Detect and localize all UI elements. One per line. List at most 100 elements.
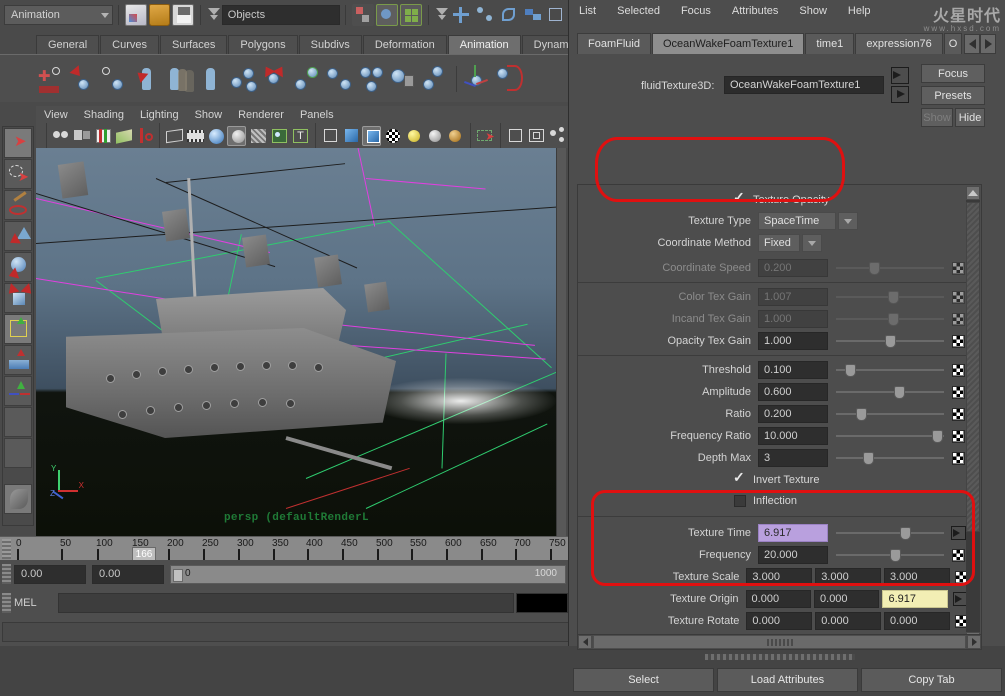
snap-to-curve-icon[interactable] [474,4,496,26]
hardware-texturing-icon[interactable] [269,126,288,146]
slider-handle[interactable] [894,386,905,399]
texture-origin-x-field[interactable]: 0.000 [746,590,811,608]
texture-time-connection-button[interactable] [951,526,966,540]
remove-joint-icon[interactable] [388,63,418,95]
threshold-slider[interactable] [836,361,944,379]
help-line-grip[interactable] [2,622,570,642]
coordinate-method-dropdown-arrow[interactable] [802,234,822,252]
slider-handle[interactable] [856,408,867,421]
color-tex-gain-slider[interactable] [836,288,944,306]
node-name-field[interactable]: OceanWakeFoamTexture1 [724,76,884,94]
copy-tab-button[interactable]: Copy Tab [861,668,1002,692]
ae-menu-focus[interactable]: Focus [681,5,711,17]
shadows-icon[interactable] [445,126,464,146]
default-light-icon[interactable] [404,126,423,146]
last-tool-button[interactable] [4,484,32,514]
twopoint-icon[interactable] [135,126,154,146]
image-plane-icon[interactable] [114,126,133,146]
viewport-menu-shading[interactable]: Shading [84,109,124,121]
save-scene-icon[interactable] [172,4,194,26]
select-camera-icon[interactable] [51,126,70,146]
ik-fk-blend-icon[interactable] [493,63,523,95]
texture-origin-connection-button[interactable] [953,592,967,606]
hscroll-right-button[interactable] [967,635,981,649]
opacity-tex-gain-map-button[interactable] [952,335,965,348]
threshold-map-button[interactable] [952,364,965,377]
opacity-tex-gain-field[interactable]: 1.000 [758,332,828,350]
invert-texture-checkbox[interactable] [734,474,746,486]
panel-drag-handle[interactable] [577,654,982,662]
ratio-slider[interactable] [836,405,944,423]
texture-scale-z-field[interactable]: 3.000 [884,568,950,586]
menu-set-dropdown[interactable]: Animation [4,5,113,25]
viewport-menu-show[interactable]: Show [195,109,223,121]
opacity-tex-gain-slider[interactable] [836,332,944,350]
depth-max-slider[interactable] [836,449,944,467]
tab-oceanwakefoamtexture1[interactable]: OceanWakeFoamTexture1 [652,33,804,54]
presets-button[interactable]: Presets [921,86,985,105]
tab-scroll-right-button[interactable] [980,34,996,54]
frequency-slider[interactable] [836,546,944,564]
snap-to-view-plane-icon[interactable] [522,4,544,26]
texture-type-dropdown[interactable]: SpaceTime [758,212,836,230]
texture-opacity-checkbox[interactable] [734,194,746,206]
frequency-map-button[interactable] [952,549,965,562]
slider-handle[interactable] [869,262,880,275]
color-tex-gain-field[interactable]: 1.007 [758,288,828,306]
soft-modification-button[interactable] [4,345,32,375]
select-by-component-icon[interactable] [400,4,422,26]
text-display-icon[interactable]: T [290,126,309,146]
playback-start-time-field[interactable]: 0.00 [92,565,164,584]
depth-max-field[interactable]: 3 [758,449,828,467]
slider-handle[interactable] [900,527,911,540]
perspective-viewport[interactable]: Y X Z persp (defaultRenderL [36,148,566,536]
isolate-select-icon[interactable]: ➤ [475,126,494,146]
texture-opacity-row[interactable]: Texture Opacity [578,189,967,210]
amplitude-field[interactable]: 0.600 [758,383,828,401]
open-scene-icon[interactable] [149,4,171,26]
frequency-field[interactable]: 20.000 [758,546,828,564]
shelf-tab-polygons[interactable]: Polygons [228,35,297,54]
shaded-cube-icon[interactable] [341,126,360,146]
xray-display-icon[interactable] [320,126,339,146]
range-slider[interactable]: 0 1000 [170,565,566,584]
new-scene-icon[interactable] [125,4,147,26]
snap-filter-icon[interactable] [434,6,450,24]
insert-joint-icon[interactable] [356,63,386,95]
texture-scale-x-field[interactable]: 3.000 [746,568,812,586]
slider-handle[interactable] [863,452,874,465]
shelf-tab-curves[interactable]: Curves [100,35,159,54]
coordinate-speed-map-button[interactable] [952,262,965,275]
incand-tex-gain-field[interactable]: 1.000 [758,310,828,328]
texture-origin-y-field[interactable]: 0.000 [814,590,879,608]
tab-time1[interactable]: time1 [805,33,854,54]
select-by-object-icon[interactable] [376,4,398,26]
amplitude-map-button[interactable] [952,386,965,399]
hide-button[interactable]: Hide [955,108,985,127]
select-tool-button[interactable]: ➤ [4,128,32,158]
shelf-tab-animation[interactable]: Animation [448,35,521,54]
shelf-tab-subdivs[interactable]: Subdivs [299,35,362,54]
load-attributes-button[interactable]: Load Attributes [717,668,858,692]
select-button[interactable]: Select [573,668,714,692]
checker-shading-icon[interactable] [383,126,402,146]
orient-joint-icon[interactable] [461,63,491,95]
empty-tool-slot-2[interactable] [4,438,32,468]
shelf-tab-deformation[interactable]: Deformation [363,35,447,54]
coordinate-speed-field[interactable]: 0.200 [758,259,828,277]
viewport-menu-view[interactable]: View [44,109,68,121]
slider-handle[interactable] [885,335,896,348]
scrollbar-thumb[interactable] [966,202,980,532]
command-input[interactable] [58,593,514,613]
texture-time-field[interactable]: 6.917 [758,524,828,542]
coordinate-method-dropdown[interactable]: Fixed [758,234,800,252]
input-connection-icon[interactable] [891,67,909,84]
ghost-animation-icon[interactable] [164,63,194,95]
time-slider[interactable]: 0 50 100 150 200 250 300 350 400 450 [0,536,568,560]
tab-foamfluid[interactable]: FoamFluid [577,33,651,54]
texture-time-slider[interactable] [836,524,944,542]
tab-scroll-left-button[interactable] [964,34,980,54]
camera-attributes-icon[interactable] [72,126,91,146]
texture-scale-y-field[interactable]: 3.000 [815,568,881,586]
connect-joint-icon[interactable] [292,63,322,95]
